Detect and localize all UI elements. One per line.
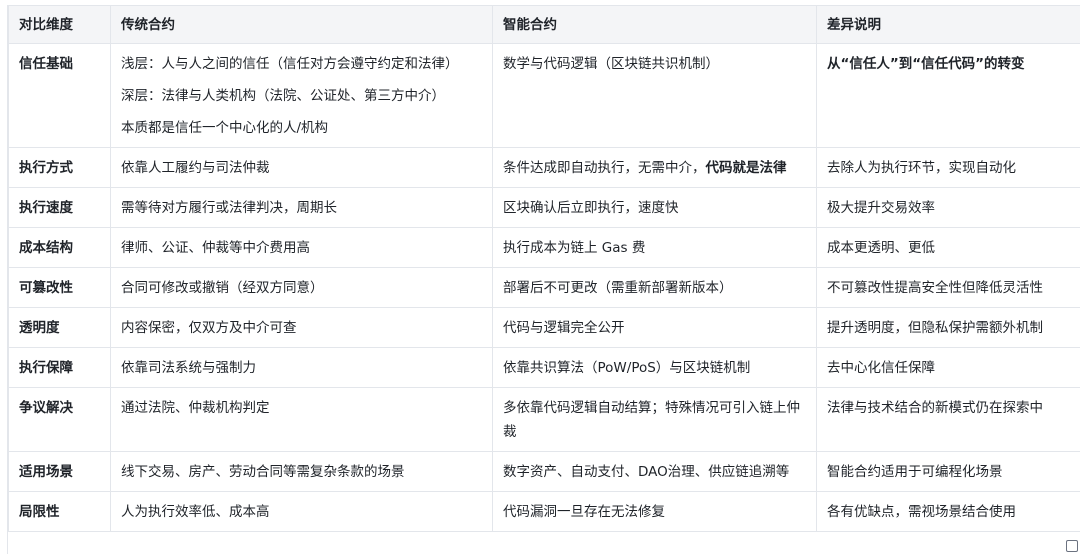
- cell-difference: 去除人为执行环节，实现自动化: [816, 147, 1080, 188]
- cell-smart: 代码漏洞一旦存在无法修复: [492, 491, 817, 532]
- cell-text-line: 依靠人工履约与司法仲裁: [121, 160, 270, 176]
- cell-traditional: 线下交易、房产、劳动合同等需复杂条款的场景: [110, 451, 493, 492]
- cell-text: 区块确认后立即执行，速度快: [503, 200, 679, 216]
- cell-text: 数字资产、自动支付、DAO治理、供应链追溯等: [503, 464, 790, 480]
- cell-text: 依靠共识算法（PoW/PoS）与区块链机制: [503, 360, 751, 376]
- cell-text-line: 深层：法律与人类机构（法院、公证处、第三方中介）: [121, 88, 445, 104]
- cell-dimension: 透明度: [8, 307, 111, 348]
- header-dimension: 对比维度: [8, 5, 111, 44]
- cell-text-line: 依靠司法系统与强制力: [121, 360, 256, 376]
- cell-traditional: 依靠人工履约与司法仲裁: [110, 147, 493, 188]
- cell-traditional: 内容保密，仅双方及中介可查: [110, 307, 493, 348]
- cell-dimension: 执行速度: [8, 187, 111, 228]
- cell-difference: 去中心化信任保障: [816, 347, 1080, 388]
- cell-dimension: 争议解决: [8, 387, 111, 452]
- cell-text-line: 人为执行效率低、成本高: [121, 504, 270, 520]
- cell-text: 代码漏洞一旦存在无法修复: [503, 504, 665, 520]
- cell-traditional: 律师、公证、仲裁等中介费用高: [110, 227, 493, 268]
- header-smart: 智能合约: [492, 5, 817, 44]
- cell-difference: 从“信任人”到“信任代码”的转变: [816, 43, 1080, 148]
- cell-text-line: 本质都是信任一个中心化的人/机构: [121, 120, 329, 136]
- cell-smart: 执行成本为链上 Gas 费: [492, 227, 817, 268]
- cell-smart: 依靠共识算法（PoW/PoS）与区块链机制: [492, 347, 817, 388]
- cell-dimension: 执行保障: [8, 347, 111, 388]
- header-difference: 差异说明: [816, 5, 1080, 44]
- cell-smart: 数字资产、自动支付、DAO治理、供应链追溯等: [492, 451, 817, 492]
- table-row: 信任基础 浅层：人与人之间的信任（信任对方会遵守约定和法律） 深层：法律与人类机构（…: [8, 43, 1080, 148]
- header-row: 对比维度 传统合约 智能合约 差异说明: [8, 5, 1080, 44]
- cell-text: 条件达成即自动执行，无需中介，: [503, 160, 706, 176]
- cell-text: 数学与代码逻辑（区块链共识机制）: [503, 56, 719, 72]
- cell-dimension: 局限性: [8, 491, 111, 532]
- table-row: 执行速度 需等待对方履行或法律判决，周期长 区块确认后立即执行，速度快 极大提升交易效…: [8, 187, 1080, 228]
- cell-difference: 提升透明度，但隐私保护需额外机制: [816, 307, 1080, 348]
- cell-text-line: 浅层：人与人之间的信任（信任对方会遵守约定和法律）: [121, 56, 459, 72]
- cell-dimension: 信任基础: [8, 43, 111, 148]
- table-row: 成本结构 律师、公证、仲裁等中介费用高 执行成本为链上 Gas 费 成本更透明、更低: [8, 227, 1080, 268]
- table-header: 对比维度 传统合约 智能合约 差异说明: [8, 5, 1080, 44]
- table-row: 局限性 人为执行效率低、成本高 代码漏洞一旦存在无法修复 各有优缺点，需视场景结合使用: [8, 491, 1080, 532]
- cell-smart: 代码与逻辑完全公开: [492, 307, 817, 348]
- table-row: 透明度 内容保密，仅双方及中介可查 代码与逻辑完全公开 提升透明度，但隐私保护需额外机…: [8, 307, 1080, 348]
- cell-text-line: 合同可修改或撤销（经双方同意）: [121, 280, 324, 296]
- cell-text: 部署后不可更改（需重新部署新版本）: [503, 280, 733, 296]
- cell-traditional: 合同可修改或撤销（经双方同意）: [110, 267, 493, 308]
- cell-text-emphasis: 代码就是法律: [705, 160, 787, 176]
- cell-smart: 区块确认后立即执行，速度快: [492, 187, 817, 228]
- cell-difference: 各有优缺点，需视场景结合使用: [816, 491, 1080, 532]
- cell-traditional: 人为执行效率低、成本高: [110, 491, 493, 532]
- table-row: 争议解决 通过法院、仲裁机构判定 多依靠代码逻辑自动结算；特殊情况可引入链上仲裁 法律…: [8, 387, 1080, 452]
- header-traditional: 传统合约: [110, 5, 493, 44]
- cell-dimension: 执行方式: [8, 147, 111, 188]
- comparison-table-container: 对比维度 传统合约 智能合约 差异说明 信任基础 浅层：人与人之间的信任（信任对方…: [7, 5, 1080, 554]
- cell-traditional: 依靠司法系统与强制力: [110, 347, 493, 388]
- cell-dimension: 成本结构: [8, 227, 111, 268]
- cell-dimension: 适用场景: [8, 451, 111, 492]
- cell-text-line: 律师、公证、仲裁等中介费用高: [121, 240, 310, 256]
- table-row: 执行方式 依靠人工履约与司法仲裁 条件达成即自动执行，无需中介，代码就是法律 去除人为…: [8, 147, 1080, 188]
- cell-difference: 法律与技术结合的新模式仍在探索中: [816, 387, 1080, 452]
- cell-smart: 数学与代码逻辑（区块链共识机制）: [492, 43, 817, 148]
- table-row: 执行保障 依靠司法系统与强制力 依靠共识算法（PoW/PoS）与区块链机制 去中心化信…: [8, 347, 1080, 388]
- cell-traditional: 通过法院、仲裁机构判定: [110, 387, 493, 452]
- cell-text-line: 通过法院、仲裁机构判定: [121, 400, 270, 416]
- table-row: 可篡改性 合同可修改或撤销（经双方同意） 部署后不可更改（需重新部署新版本） 不可篡改…: [8, 267, 1080, 308]
- cell-text: 代码与逻辑完全公开: [503, 320, 625, 336]
- cell-difference: 智能合约适用于可编程化场景: [816, 451, 1080, 492]
- cell-difference: 不可篡改性提高安全性但降低灵活性: [816, 267, 1080, 308]
- cell-traditional: 需等待对方履行或法律判决，周期长: [110, 187, 493, 228]
- cell-traditional: 浅层：人与人之间的信任（信任对方会遵守约定和法律） 深层：法律与人类机构（法院、公…: [110, 43, 493, 148]
- copy-icon[interactable]: [1066, 540, 1078, 552]
- table-body: 信任基础 浅层：人与人之间的信任（信任对方会遵守约定和法律） 深层：法律与人类机构（…: [8, 43, 1080, 532]
- cell-text: 执行成本为链上 Gas 费: [503, 240, 646, 256]
- cell-smart: 部署后不可更改（需重新部署新版本）: [492, 267, 817, 308]
- cell-smart: 多依靠代码逻辑自动结算；特殊情况可引入链上仲裁: [492, 387, 817, 452]
- cell-dimension: 可篡改性: [8, 267, 111, 308]
- cell-text-line: 线下交易、房产、劳动合同等需复杂条款的场景: [121, 464, 405, 480]
- table-row: 适用场景 线下交易、房产、劳动合同等需复杂条款的场景 数字资产、自动支付、DAO治理…: [8, 451, 1080, 492]
- cell-text-line: 内容保密，仅双方及中介可查: [121, 320, 297, 336]
- cell-smart: 条件达成即自动执行，无需中介，代码就是法律: [492, 147, 817, 188]
- cell-difference: 极大提升交易效率: [816, 187, 1080, 228]
- cell-text-line: 需等待对方履行或法律判决，周期长: [121, 200, 337, 216]
- cell-difference: 成本更透明、更低: [816, 227, 1080, 268]
- cell-text: 多依靠代码逻辑自动结算；特殊情况可引入链上仲裁: [503, 400, 800, 440]
- comparison-table: 对比维度 传统合约 智能合约 差异说明 信任基础 浅层：人与人之间的信任（信任对方…: [8, 5, 1080, 532]
